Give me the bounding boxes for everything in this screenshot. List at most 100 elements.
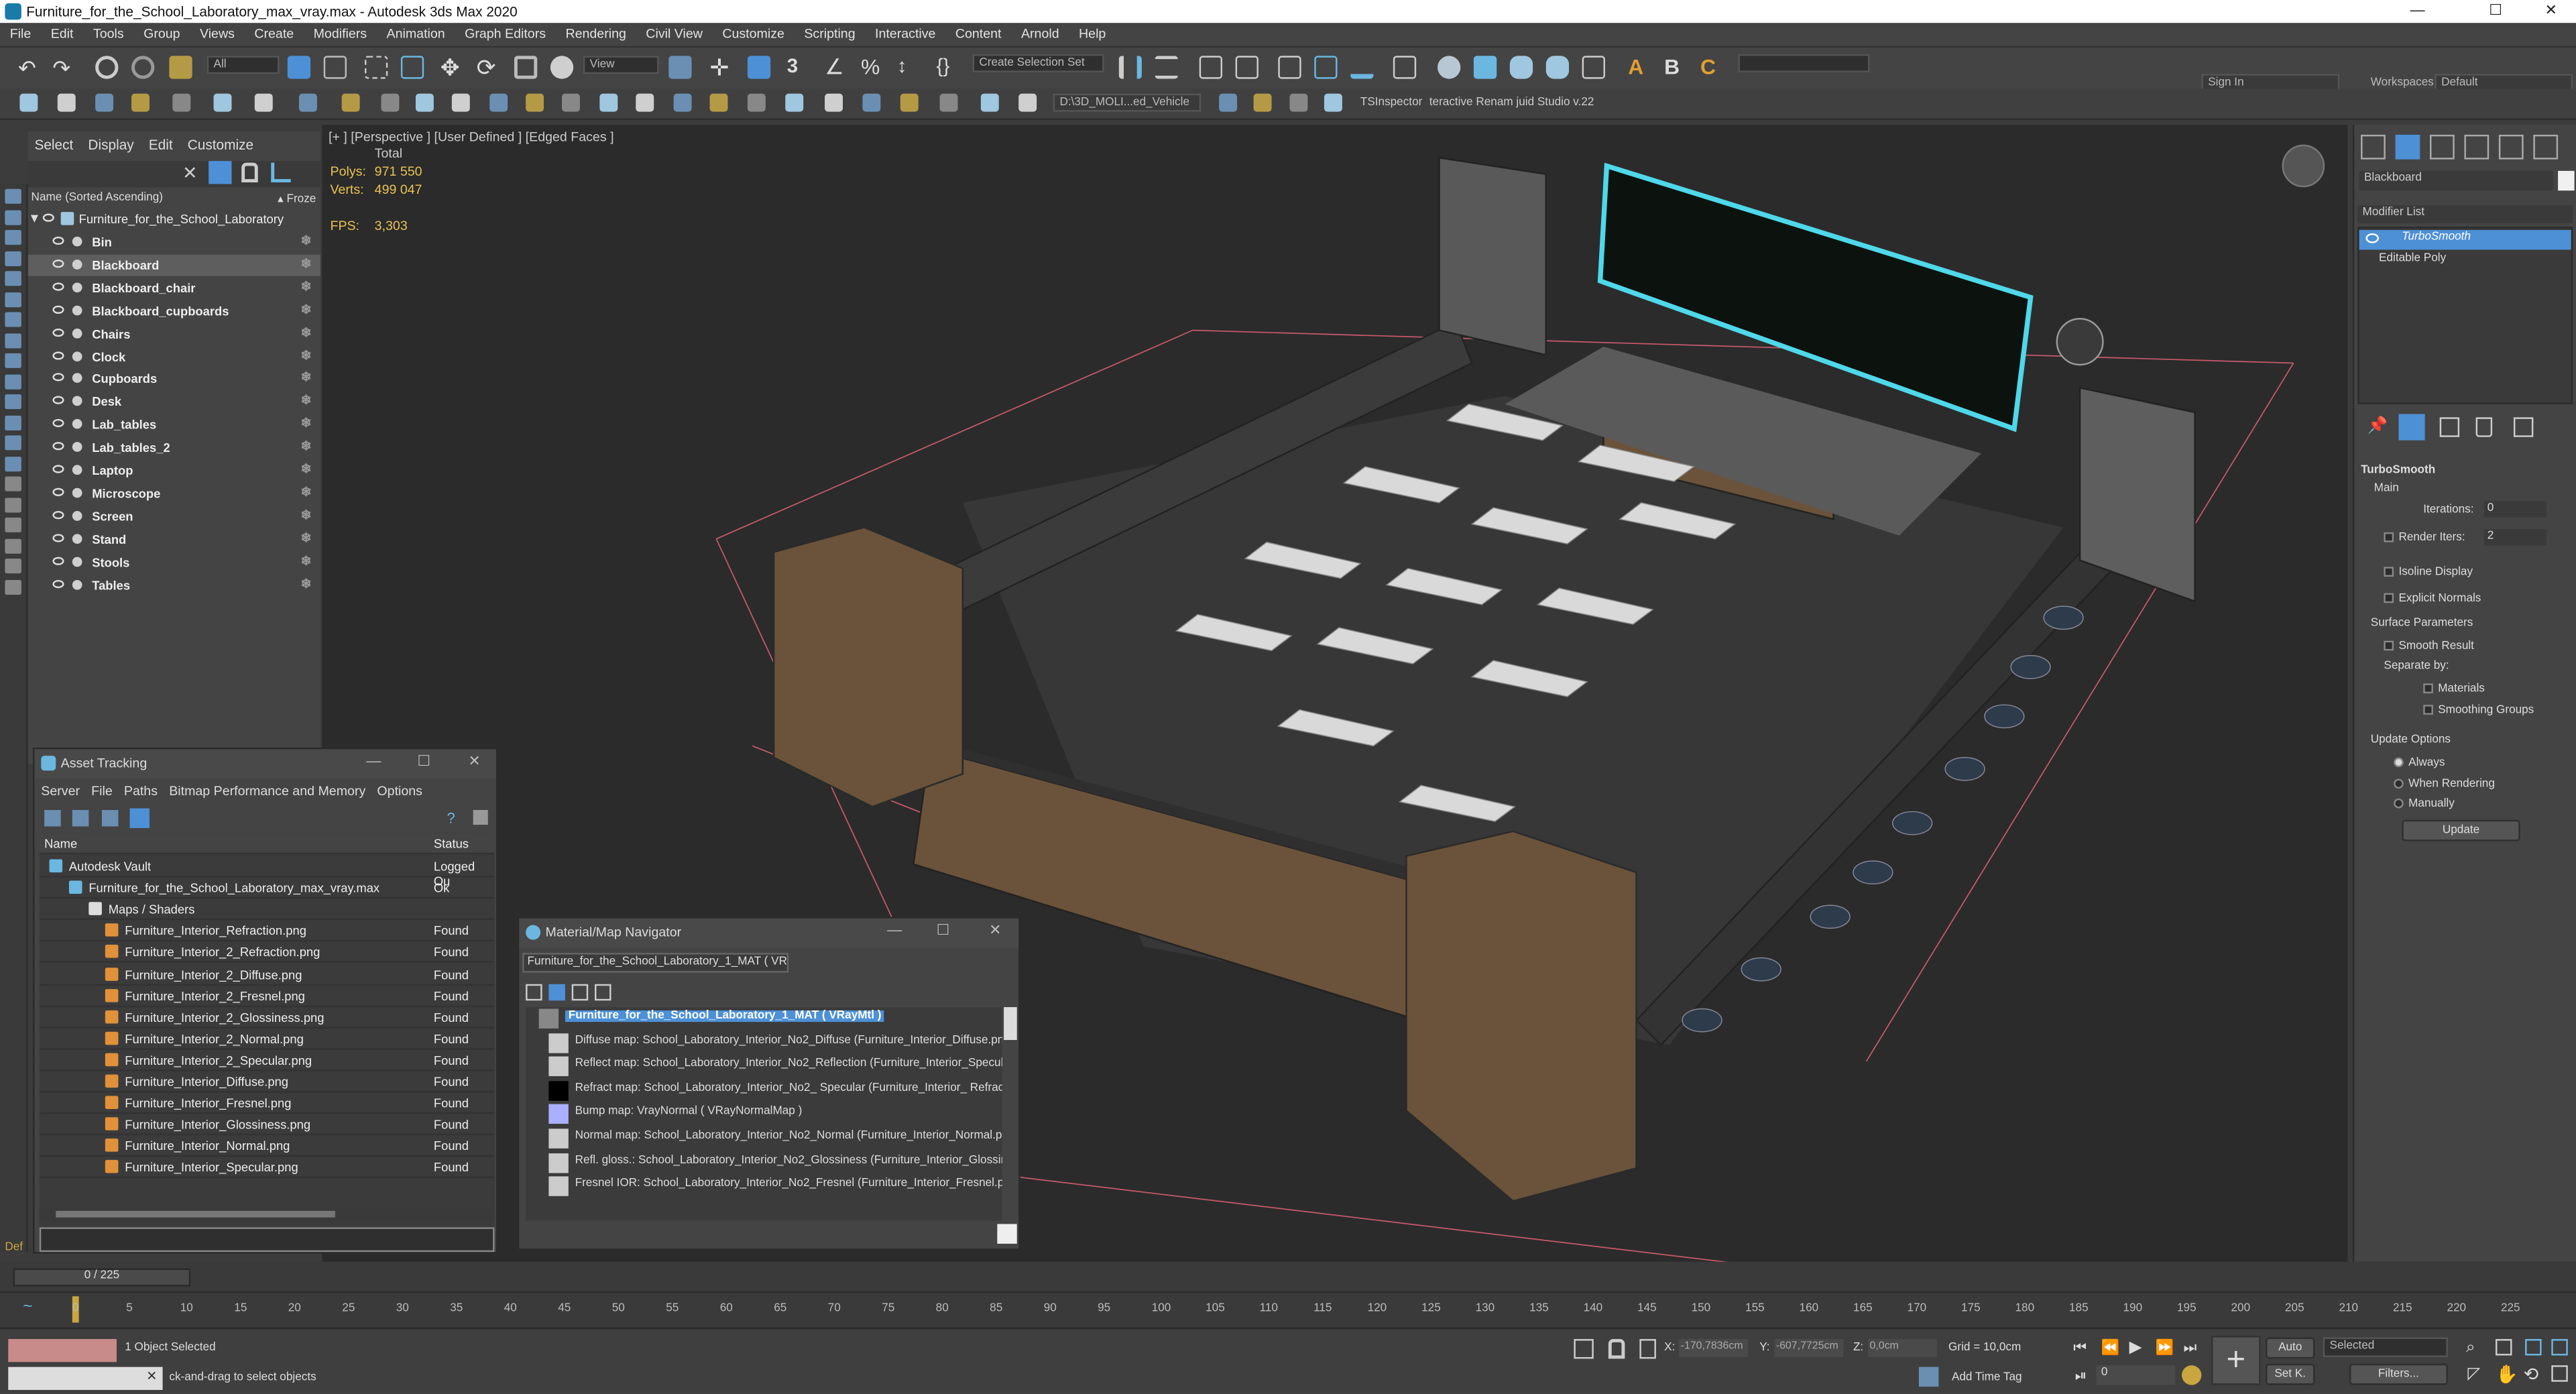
- ribbon-tool-icon[interactable]: [785, 93, 804, 112]
- rendered-frame-icon[interactable]: [1473, 56, 1497, 79]
- when-rendering-radio[interactable]: When Rendering: [2394, 778, 2495, 791]
- explorer-filter-icon[interactable]: [5, 579, 21, 594]
- ribbon-tool-icon[interactable]: [709, 93, 728, 112]
- freeze-icon[interactable]: ❄: [300, 280, 314, 294]
- pin-stack-icon[interactable]: 📌: [2367, 417, 2388, 435]
- scene-item-lab_tables[interactable]: Lab_tables ❄: [28, 414, 320, 436]
- asset-row[interactable]: Furniture_Interior_2_Refraction.png Found: [39, 942, 495, 964]
- ribbon-tool-icon[interactable]: [900, 93, 919, 112]
- material-row[interactable]: Refl. gloss.: School_Laboratory_Interior…: [526, 1151, 1002, 1174]
- explorer-filter-icon[interactable]: [5, 435, 21, 451]
- maximize-button[interactable]: ☐: [2489, 1, 2502, 19]
- visibility-eye-icon[interactable]: [52, 282, 64, 291]
- scene-tab-customize[interactable]: Customize: [181, 131, 261, 153]
- key-filters-button[interactable]: Filters...: [2349, 1363, 2448, 1385]
- select-object-icon[interactable]: [287, 56, 311, 79]
- asset-row[interactable]: Furniture_Interior_Specular.png Found: [39, 1157, 495, 1179]
- asset-path-field[interactable]: [39, 1227, 495, 1253]
- explorer-filter-icon[interactable]: [5, 271, 21, 286]
- ribbon-tool-icon[interactable]: [673, 93, 692, 112]
- freeze-icon[interactable]: ❄: [300, 531, 314, 545]
- visibility-eye-icon[interactable]: [52, 487, 64, 496]
- ribbon-tool-icon[interactable]: [298, 93, 317, 112]
- listener-close-icon[interactable]: ✕: [146, 1369, 157, 1383]
- asset-col-status[interactable]: Status: [434, 836, 469, 851]
- asset-row[interactable]: Furniture_Interior_2_Fresnel.png Found: [39, 985, 495, 1007]
- menu-graph-editors[interactable]: Graph Editors: [455, 23, 555, 41]
- material-row[interactable]: Normal map: School_Laboratory_Interior_N…: [526, 1127, 1002, 1150]
- menu-views[interactable]: Views: [190, 23, 244, 41]
- visibility-eye-icon[interactable]: [52, 236, 64, 245]
- explorer-filter-icon[interactable]: [5, 230, 21, 245]
- freeze-icon[interactable]: ❄: [300, 417, 314, 431]
- visibility-eye-icon[interactable]: [52, 510, 64, 519]
- asset-menu-file[interactable]: File: [84, 780, 117, 799]
- rectangular-region-icon[interactable]: [364, 56, 388, 79]
- explorer-filter-icon[interactable]: [5, 373, 21, 389]
- material-editor-icon[interactable]: [1393, 56, 1417, 79]
- object-name-field[interactable]: Blackboard: [2359, 170, 2553, 191]
- maxscript-mini-listener[interactable]: ✕: [8, 1367, 163, 1390]
- explorer-filter-icon[interactable]: [5, 250, 21, 266]
- render-iters-spinner[interactable]: 2: [2483, 528, 2546, 546]
- render-toggle-icon[interactable]: [72, 510, 82, 521]
- minimize-button[interactable]: —: [2410, 1, 2425, 18]
- small-icons-view-icon[interactable]: [571, 984, 589, 1001]
- select-manipulate-icon[interactable]: ✛: [710, 54, 733, 80]
- hierarchy-tab-icon[interactable]: [2429, 134, 2455, 160]
- menu-rendering[interactable]: Rendering: [556, 23, 636, 41]
- placement-icon[interactable]: [550, 56, 574, 79]
- ribbon-tool-icon[interactable]: [341, 93, 360, 112]
- explorer-filter-icon[interactable]: [5, 333, 21, 348]
- freeze-icon[interactable]: ❄: [300, 577, 314, 591]
- material-nav-titlebar[interactable]: Material/Map Navigator — ☐ ✕: [519, 918, 1019, 948]
- maximize-viewport-icon[interactable]: [2551, 1365, 2568, 1382]
- mat-close-button[interactable]: ✕: [989, 922, 1001, 940]
- scene-tab-edit[interactable]: Edit: [142, 131, 181, 153]
- checkout-icon[interactable]: [72, 809, 89, 827]
- modify-tab-icon[interactable]: [2395, 134, 2420, 160]
- menu-arnold[interactable]: Arnold: [1011, 23, 1069, 41]
- scale-icon[interactable]: [514, 56, 538, 79]
- render-toggle-icon[interactable]: [72, 259, 82, 270]
- tsinspector-button[interactable]: TSInspector: [1360, 97, 1422, 109]
- smooth-result-checkbox[interactable]: Smooth Result: [2384, 640, 2474, 652]
- asset-row[interactable]: Furniture_for_the_School_Laboratory_max_…: [39, 878, 495, 899]
- checkin-icon[interactable]: [101, 809, 119, 827]
- render-preset-combo[interactable]: [1738, 54, 1870, 72]
- spinner-snap-icon[interactable]: ↕: [897, 54, 920, 77]
- project-path-combo[interactable]: D:\3D_MOLI...ed_Vehicle: [1053, 93, 1202, 112]
- unlink-icon[interactable]: [131, 56, 155, 79]
- scene-tab-select[interactable]: Select: [28, 131, 82, 153]
- select-by-name-icon[interactable]: [323, 56, 347, 79]
- visibility-eye-icon[interactable]: [52, 259, 64, 268]
- scene-item-laptop[interactable]: Laptop ❄: [28, 460, 320, 481]
- angle-snap-icon[interactable]: ∠: [825, 54, 847, 79]
- ribbon-icon[interactable]: [1278, 56, 1301, 79]
- list-view-icon[interactable]: [526, 984, 542, 1001]
- material-name-field[interactable]: Furniture_for_the_School_Laboratory_1_MA…: [522, 953, 789, 973]
- scene-item-screen[interactable]: Screen ❄: [28, 506, 320, 527]
- y-coordinate[interactable]: -607,7725cm: [1774, 1338, 1844, 1357]
- ribbon-tool-icon[interactable]: [980, 93, 999, 112]
- scene-item-desk[interactable]: Desk ❄: [28, 392, 320, 413]
- stack-eye-icon[interactable]: [2365, 233, 2380, 243]
- align-icon[interactable]: [1155, 56, 1178, 79]
- visibility-eye-icon[interactable]: [52, 442, 64, 451]
- list-icons-view-icon[interactable]: [548, 984, 565, 1001]
- menu-tools[interactable]: Tools: [83, 23, 133, 41]
- time-config-icon[interactable]: [2181, 1365, 2202, 1385]
- ribbon-tool-icon[interactable]: [451, 93, 470, 112]
- visibility-eye-icon[interactable]: [52, 396, 64, 405]
- grid-view-icon[interactable]: [129, 808, 150, 828]
- freeze-icon[interactable]: ❄: [300, 463, 314, 477]
- options-icon[interactable]: [473, 809, 488, 825]
- asset-scrollbar[interactable]: [39, 1207, 495, 1221]
- scene-item-cupboards[interactable]: Cupboards ❄: [28, 369, 320, 390]
- scene-item-microscope[interactable]: Microscope ❄: [28, 483, 320, 504]
- asset-row[interactable]: Furniture_Interior_2_Diffuse.png Found: [39, 964, 495, 985]
- isoline-checkbox[interactable]: Isoline Display: [2384, 567, 2473, 579]
- freeze-icon[interactable]: ❄: [300, 257, 314, 271]
- freeze-icon[interactable]: ❄: [300, 440, 314, 454]
- snaps-toggle-icon[interactable]: 3: [787, 54, 810, 77]
